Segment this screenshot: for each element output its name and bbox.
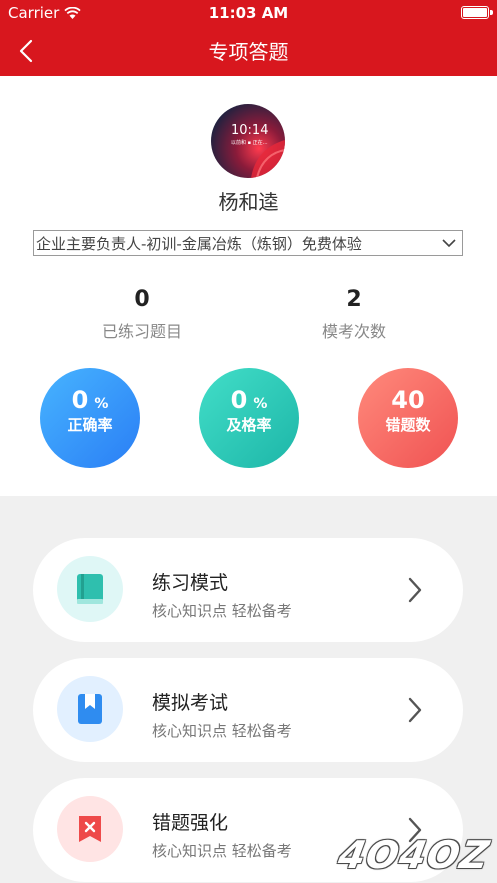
bookmark-icon <box>78 694 102 724</box>
wrong-count-value: 40 <box>391 386 425 414</box>
course-select[interactable]: 企业主要负责人-初训-金属冶炼（炼钢）免费体验 <box>33 230 463 256</box>
avatar-image: 10:14 以前和 ▪ 正在… <box>211 104 285 178</box>
status-bar: Carrier 11:03 AM <box>0 0 497 26</box>
stat-practiced-label: 已练习题目 <box>101 322 182 341</box>
stat-mock-exams-value: 2 <box>346 287 362 312</box>
avatar-subtext: 以前和 ▪ 正在… <box>231 139 268 146</box>
practice-mode-subtitle: 核心知识点 轻松备考 <box>152 602 292 620</box>
mock-exam-subtitle: 核心知识点 轻松备考 <box>152 722 292 740</box>
wrong-questions-subtitle: 核心知识点 轻松备考 <box>152 842 292 860</box>
stat-mock-exams-label: 模考次数 <box>321 322 386 341</box>
practice-mode-icon-bg <box>57 556 123 622</box>
accuracy-unit: % <box>94 396 109 412</box>
accuracy-circle[interactable]: 0% 正确率 <box>40 368 140 468</box>
watermark-logo: 4O4OZ <box>335 833 493 877</box>
user-name: 杨和逵 <box>218 190 279 214</box>
error-flag-icon <box>79 816 101 842</box>
wrong-questions-icon-bg <box>57 796 123 862</box>
practice-mode-title: 练习模式 <box>152 572 229 594</box>
wrong-questions-title: 错题强化 <box>152 812 229 834</box>
book-icon <box>77 574 103 604</box>
chevron-right-icon <box>408 697 422 723</box>
avatar-time: 10:14 <box>231 123 268 138</box>
chevron-down-icon <box>442 239 456 248</box>
wrong-count-label: 错题数 <box>385 416 431 434</box>
accuracy-label: 正确率 <box>67 416 113 434</box>
nav-bar: 专项答题 <box>0 26 497 76</box>
practice-mode-card[interactable]: 练习模式 核心知识点 轻松备考 <box>33 538 463 642</box>
mock-exam-card[interactable]: 模拟考试 核心知识点 轻松备考 <box>33 658 463 762</box>
chevron-right-icon <box>408 577 422 603</box>
profile-section: 10:14 以前和 ▪ 正在… 杨和逵 企业主要负责人-初训-金属冶炼（炼钢）免… <box>0 76 497 496</box>
accuracy-value: 0 <box>71 386 89 414</box>
battery-icon <box>461 6 493 19</box>
app-header: Carrier 11:03 AM 专项答题 <box>0 0 497 76</box>
wrong-count-circle[interactable]: 40 错题数 <box>358 368 458 468</box>
pass-rate-value: 0 <box>230 386 248 414</box>
stat-practiced-value: 0 <box>134 287 150 312</box>
pass-rate-circle[interactable]: 0% 及格率 <box>199 368 299 468</box>
course-select-value: 企业主要负责人-初训-金属冶炼（炼钢）免费体验 <box>36 234 362 253</box>
mock-exam-icon-bg <box>57 676 123 742</box>
stat-practiced: 0 已练习题目 <box>42 287 242 342</box>
pass-rate-unit: % <box>253 396 268 412</box>
mock-exam-title: 模拟考试 <box>152 692 229 714</box>
page-title: 专项答题 <box>208 40 289 64</box>
status-time: 11:03 AM <box>208 4 289 22</box>
pass-rate-label: 及格率 <box>226 416 272 434</box>
stat-mock-exams: 2 模考次数 <box>254 287 454 342</box>
avatar[interactable]: 10:14 以前和 ▪ 正在… <box>211 104 285 178</box>
